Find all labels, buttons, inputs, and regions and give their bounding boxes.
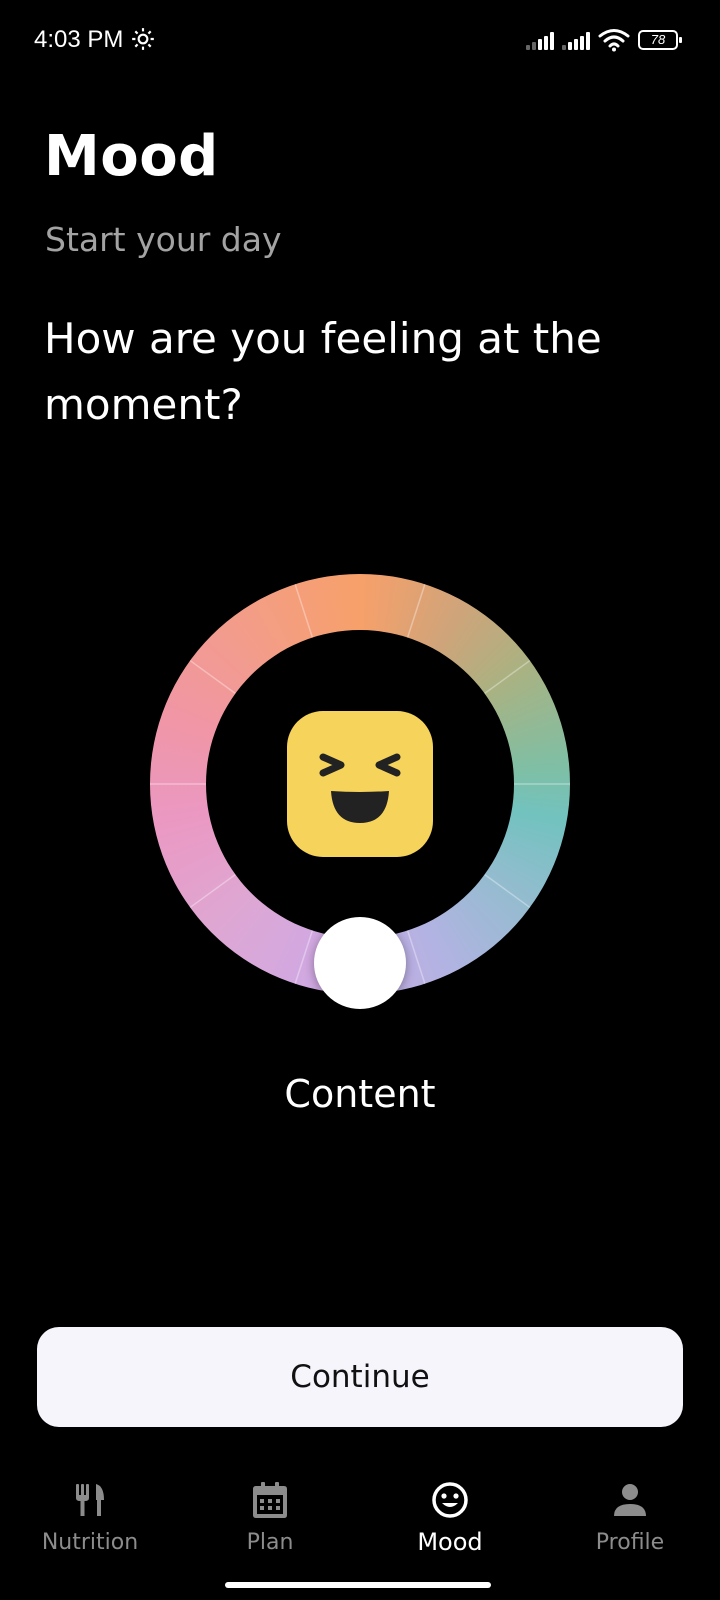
nav-item-plan[interactable]: Plan bbox=[180, 1470, 360, 1570]
wifi-icon bbox=[598, 29, 630, 52]
status-time: 4:03 PM bbox=[34, 26, 124, 53]
nav-label: Nutrition bbox=[41, 1530, 139, 1555]
mood-wheel[interactable] bbox=[150, 574, 570, 1009]
mood-slider-handle[interactable] bbox=[314, 917, 406, 1009]
selected-mood-label: Content bbox=[284, 1072, 436, 1116]
status-indicators: 78 bbox=[526, 28, 682, 52]
mood-question: How are you feeling at the moment? bbox=[44, 314, 602, 429]
bottom-nav: Nutrition Plan Mood Profile bbox=[0, 1470, 720, 1570]
page-subtitle: Start your day bbox=[45, 220, 282, 259]
status-bar: 4:03 PM 78 bbox=[0, 0, 720, 84]
smiley-icon bbox=[432, 1482, 468, 1518]
battery-indicator: 78 bbox=[638, 30, 682, 50]
continue-button[interactable]: Continue bbox=[37, 1327, 683, 1427]
nav-label: Mood bbox=[417, 1528, 483, 1556]
calendar-icon bbox=[253, 1482, 287, 1518]
nav-item-nutrition[interactable]: Nutrition bbox=[0, 1470, 180, 1570]
nav-label: Plan bbox=[246, 1530, 294, 1555]
laughing-face-icon bbox=[287, 711, 433, 857]
nav-label: Profile bbox=[595, 1530, 665, 1555]
cellular-signal-icon bbox=[562, 30, 590, 50]
gear-icon bbox=[132, 28, 154, 50]
nav-item-mood[interactable]: Mood bbox=[360, 1470, 540, 1570]
page-title: Mood bbox=[44, 124, 219, 189]
fork-knife-icon bbox=[76, 1484, 104, 1516]
person-icon bbox=[614, 1484, 646, 1516]
cellular-signal-icon bbox=[526, 30, 554, 50]
nav-item-profile[interactable]: Profile bbox=[540, 1470, 720, 1570]
home-indicator[interactable] bbox=[225, 1582, 491, 1588]
